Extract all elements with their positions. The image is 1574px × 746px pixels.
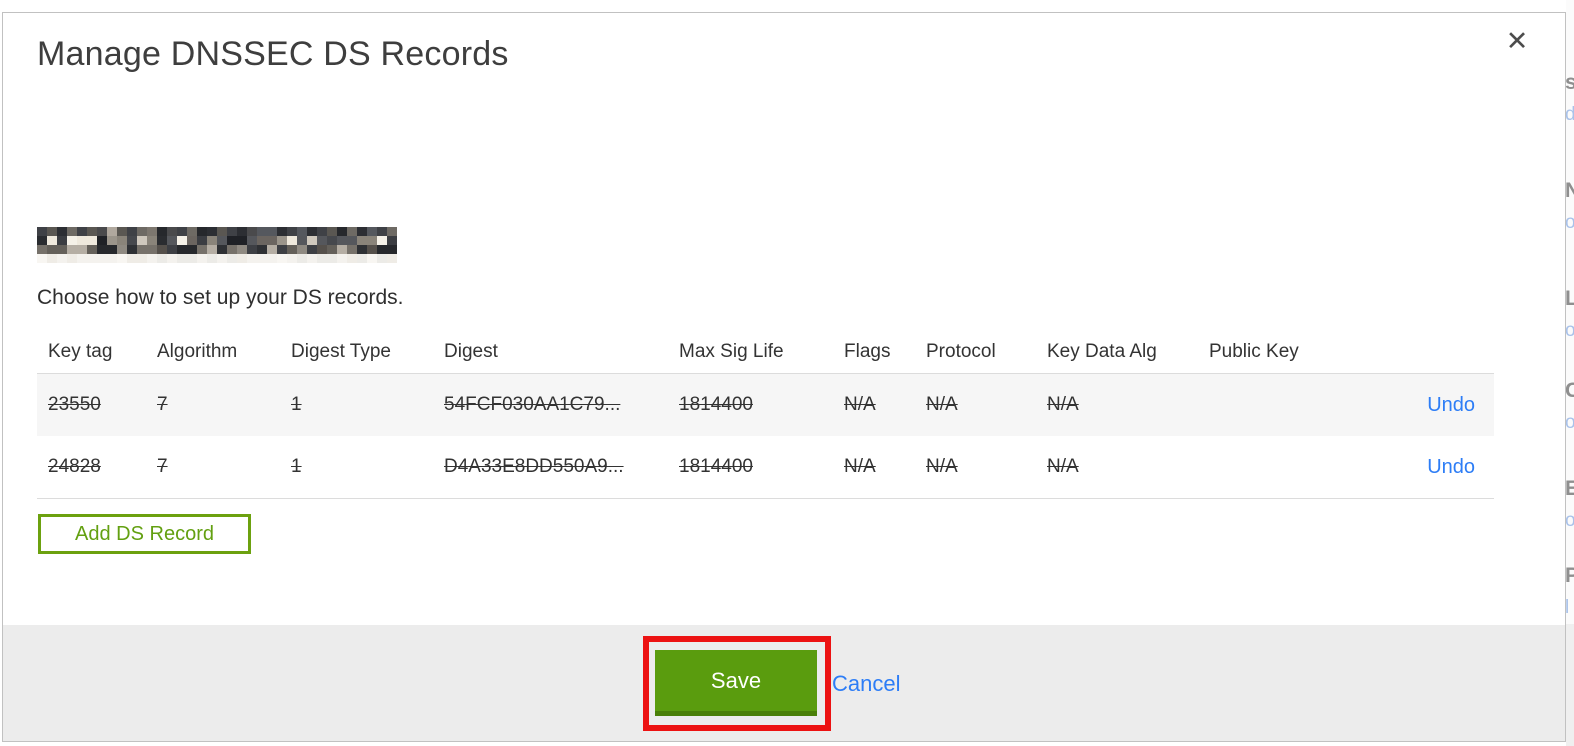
cell-flags: N/A — [844, 456, 876, 477]
cell-algorithm: 7 — [157, 456, 168, 477]
column-header-max-sig-life: Max Sig Life — [679, 340, 784, 362]
background-text-fragment: s d — [1566, 72, 1574, 125]
undo-link[interactable]: Undo — [1427, 394, 1475, 416]
column-header-protocol: Protocol — [926, 340, 996, 362]
cell-protocol: N/A — [926, 394, 958, 415]
column-header-key-tag: Key tag — [48, 340, 113, 362]
column-header-flags: Flags — [844, 340, 891, 362]
cell-max-sig-life: 1814400 — [679, 394, 753, 415]
background-link-fragment: l — [1566, 597, 1570, 618]
save-button[interactable]: Save — [655, 650, 817, 716]
cell-protocol: N/A — [926, 456, 958, 477]
dnssec-ds-records-modal: Manage DNSSEC DS Records ✕ Choose how to… — [2, 12, 1566, 742]
table-header-row: Key tag Algorithm Digest Type Digest Max… — [37, 330, 1494, 374]
background-heading-fragment: C — [1566, 380, 1574, 402]
background-text-fragment: N o — [1566, 180, 1574, 233]
background-text-fragment: E o — [1566, 478, 1574, 531]
table-row: 24828 7 1 D4A33E8DD550A9... 1814400 N/A … — [37, 436, 1494, 499]
background-link-fragment: d — [1566, 104, 1574, 125]
background-heading-fragment: L — [1566, 288, 1574, 310]
background-link-fragment: o — [1566, 510, 1574, 531]
background-link-fragment: o — [1566, 212, 1574, 233]
cell-key-data-alg: N/A — [1047, 394, 1079, 415]
column-header-digest: Digest — [444, 340, 498, 362]
background-page-sliver: s d N o L o C o E o P l — [1566, 0, 1574, 746]
ds-records-table: Key tag Algorithm Digest Type Digest Max… — [37, 330, 1494, 499]
redacted-domain-name — [37, 227, 397, 263]
background-heading-fragment: s — [1566, 72, 1574, 94]
close-icon[interactable]: ✕ — [1499, 23, 1535, 59]
screen: s d N o L o C o E o P l Manage DNSSEC DS… — [0, 0, 1574, 746]
cell-flags: N/A — [844, 394, 876, 415]
background-text-fragment: C o — [1566, 380, 1574, 433]
background-text-fragment: P l — [1566, 565, 1574, 618]
instruction-text: Choose how to set up your DS records. — [37, 286, 404, 309]
page-title: Manage DNSSEC DS Records — [37, 35, 509, 73]
background-heading-fragment: P — [1566, 565, 1574, 587]
background-text-fragment: L o — [1566, 288, 1574, 341]
background-heading-fragment: E — [1566, 478, 1574, 500]
cell-digest-type: 1 — [291, 456, 302, 477]
cancel-link[interactable]: Cancel — [832, 669, 900, 699]
cell-digest: 54FCF030AA1C79... — [444, 394, 621, 415]
cell-key-tag: 23550 — [48, 394, 101, 415]
add-ds-record-button[interactable]: Add DS Record — [38, 514, 251, 554]
cell-key-tag: 24828 — [48, 456, 101, 477]
column-header-key-data-alg: Key Data Alg — [1047, 340, 1157, 362]
cell-max-sig-life: 1814400 — [679, 456, 753, 477]
cell-algorithm: 7 — [157, 394, 168, 415]
column-header-digest-type: Digest Type — [291, 340, 391, 362]
cell-key-data-alg: N/A — [1047, 456, 1079, 477]
background-heading-fragment: N — [1566, 180, 1574, 202]
background-link-fragment: o — [1566, 412, 1574, 433]
column-header-algorithm: Algorithm — [157, 340, 238, 362]
cell-digest-type: 1 — [291, 394, 302, 415]
cell-digest: D4A33E8DD550A9... — [444, 456, 624, 477]
column-header-public-key: Public Key — [1209, 340, 1299, 362]
background-footer-tint — [1566, 624, 1574, 746]
table-row: 23550 7 1 54FCF030AA1C79... 1814400 N/A … — [37, 374, 1494, 436]
undo-link[interactable]: Undo — [1427, 456, 1475, 478]
background-link-fragment: o — [1566, 320, 1574, 341]
